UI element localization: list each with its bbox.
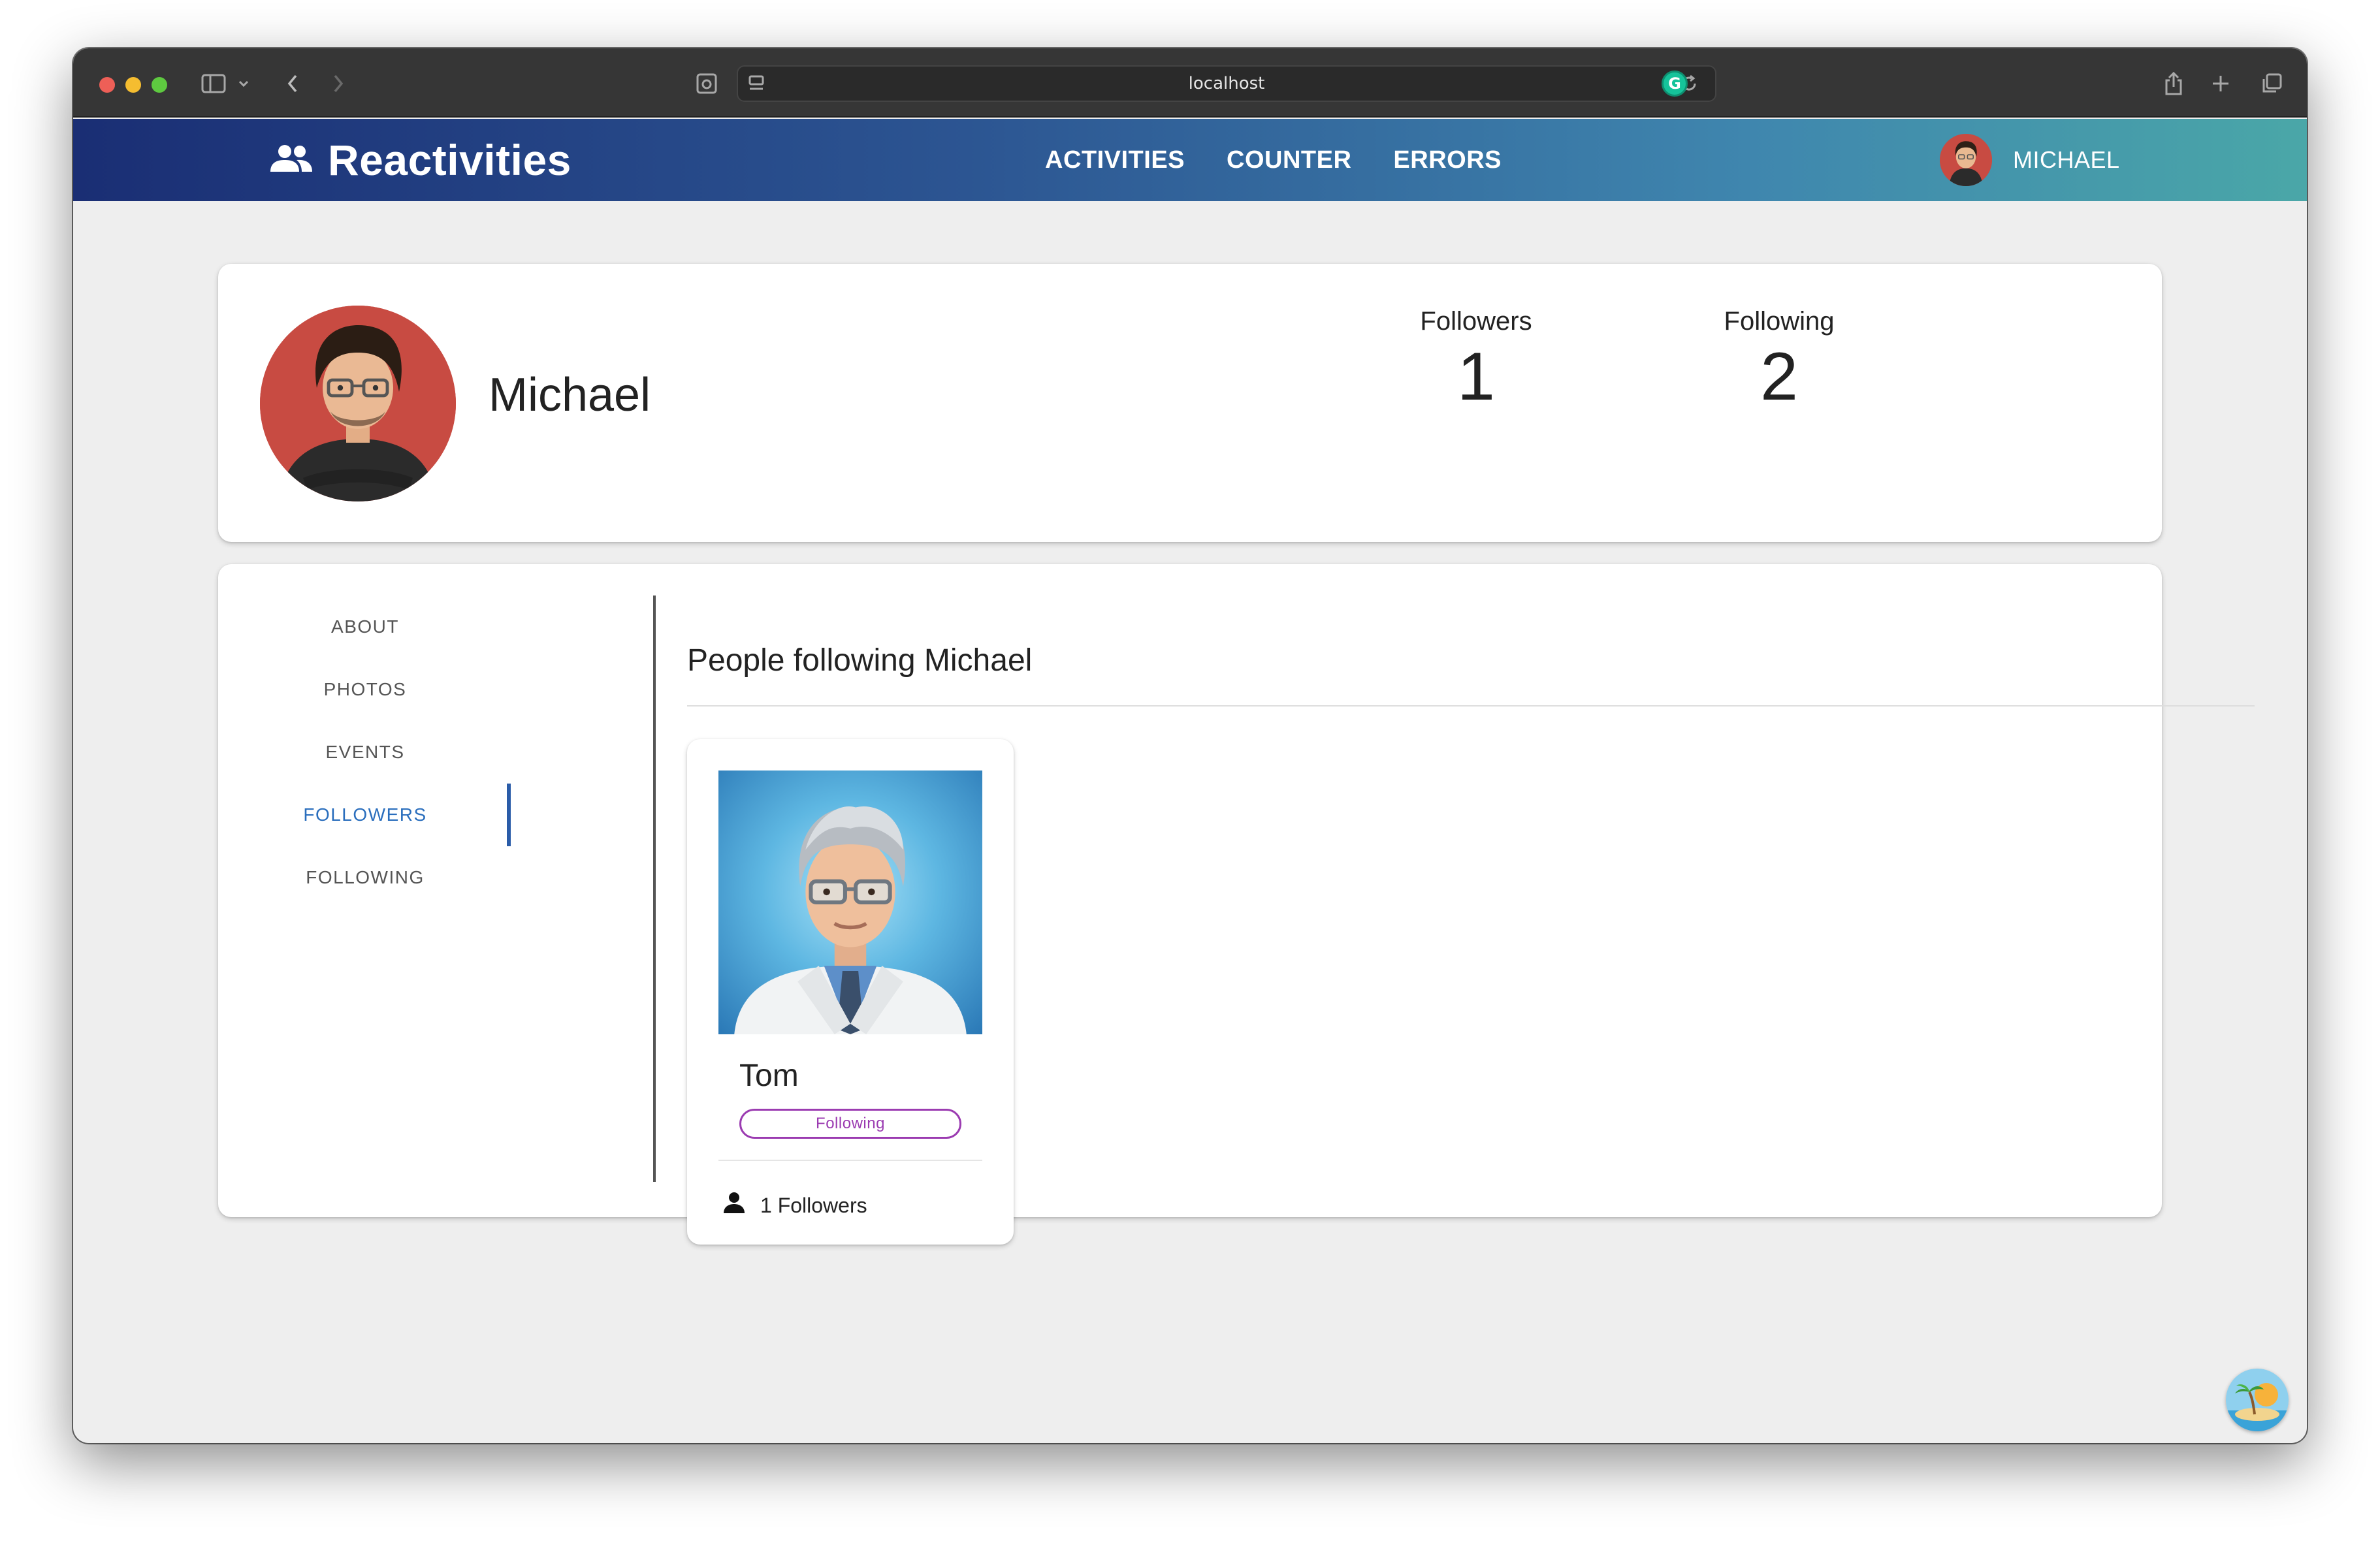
brand-title: Reactivities bbox=[328, 136, 571, 184]
nav-errors[interactable]: ERRORS bbox=[1393, 146, 1502, 174]
tab-following[interactable]: FOLLOWING bbox=[218, 846, 512, 909]
users-icon bbox=[269, 143, 314, 178]
tab-photos[interactable]: PHOTOS bbox=[218, 658, 512, 721]
tab-overview-icon[interactable] bbox=[2257, 67, 2286, 101]
profile-avatar bbox=[260, 306, 456, 501]
user-avatar[interactable] bbox=[1940, 134, 1992, 186]
following-stat-label: Following bbox=[1724, 307, 1835, 336]
follower-count: 1 Followers bbox=[721, 1186, 867, 1225]
url-text[interactable]: localhost bbox=[738, 67, 1715, 101]
tab-divider bbox=[653, 596, 656, 1182]
back-icon[interactable] bbox=[280, 67, 306, 101]
following-badge: Following bbox=[739, 1109, 961, 1139]
main-nav: ACTIVITIES COUNTER ERRORS bbox=[1045, 119, 1502, 201]
active-tab-indicator bbox=[507, 784, 511, 846]
tab-events[interactable]: EVENTS bbox=[218, 721, 512, 784]
new-tab-icon[interactable] bbox=[2208, 67, 2234, 101]
tab-followers[interactable]: FOLLOWERS bbox=[218, 784, 512, 846]
person-icon bbox=[721, 1190, 747, 1221]
address-bar[interactable]: localhost bbox=[737, 65, 1716, 102]
browser-window: localhost G Reactivities ACTIVITIES COUN… bbox=[73, 48, 2307, 1443]
following-stat: Following 2 bbox=[1681, 307, 1877, 413]
profile-header: Michael Followers 1 Following 2 bbox=[218, 264, 2162, 542]
screenshot-icon[interactable] bbox=[694, 67, 720, 101]
profile-tabs: ABOUT PHOTOS EVENTS FOLLOWERS FOLLOWING bbox=[218, 596, 512, 909]
nav-counter[interactable]: COUNTER bbox=[1227, 146, 1351, 174]
browser-toolbar: localhost G bbox=[73, 48, 2307, 118]
followers-stat: Followers 1 bbox=[1378, 307, 1574, 413]
brand-link[interactable]: Reactivities bbox=[269, 119, 571, 201]
follower-count-label: 1 Followers bbox=[760, 1193, 867, 1217]
island-extension-icon[interactable] bbox=[2226, 1369, 2289, 1431]
chevron-down-icon[interactable] bbox=[234, 67, 253, 101]
user-name[interactable]: MICHAEL bbox=[2013, 146, 2120, 174]
minimize-window-button[interactable] bbox=[125, 77, 141, 93]
user-menu[interactable]: MICHAEL bbox=[1940, 119, 2120, 201]
followers-stat-label: Followers bbox=[1420, 307, 1532, 336]
grammarly-extension-icon[interactable]: G bbox=[1662, 71, 1688, 97]
tab-about[interactable]: ABOUT bbox=[218, 596, 512, 658]
card-divider bbox=[718, 1160, 982, 1161]
follower-photo[interactable] bbox=[718, 770, 982, 1034]
nav-activities[interactable]: ACTIVITIES bbox=[1045, 146, 1185, 174]
followers-stat-value: 1 bbox=[1457, 339, 1495, 415]
share-icon[interactable] bbox=[2161, 67, 2187, 101]
profile-content: ABOUT PHOTOS EVENTS FOLLOWERS FOLLOWING … bbox=[218, 564, 2255, 1245]
sidebar-toggle-icon[interactable] bbox=[197, 67, 230, 101]
following-stat-value: 2 bbox=[1760, 339, 1798, 415]
section-divider bbox=[687, 705, 2255, 707]
app-header: Reactivities ACTIVITIES COUNTER ERRORS M… bbox=[73, 119, 2307, 201]
close-window-button[interactable] bbox=[99, 77, 115, 93]
maximize-window-button[interactable] bbox=[152, 77, 167, 93]
follower-name[interactable]: Tom bbox=[739, 1058, 799, 1094]
forward-icon[interactable] bbox=[325, 67, 351, 101]
profile-name: Michael bbox=[489, 369, 651, 421]
follower-card[interactable]: Tom Following 1 Followers bbox=[687, 739, 1014, 1245]
section-title: People following Michael bbox=[687, 643, 1033, 678]
